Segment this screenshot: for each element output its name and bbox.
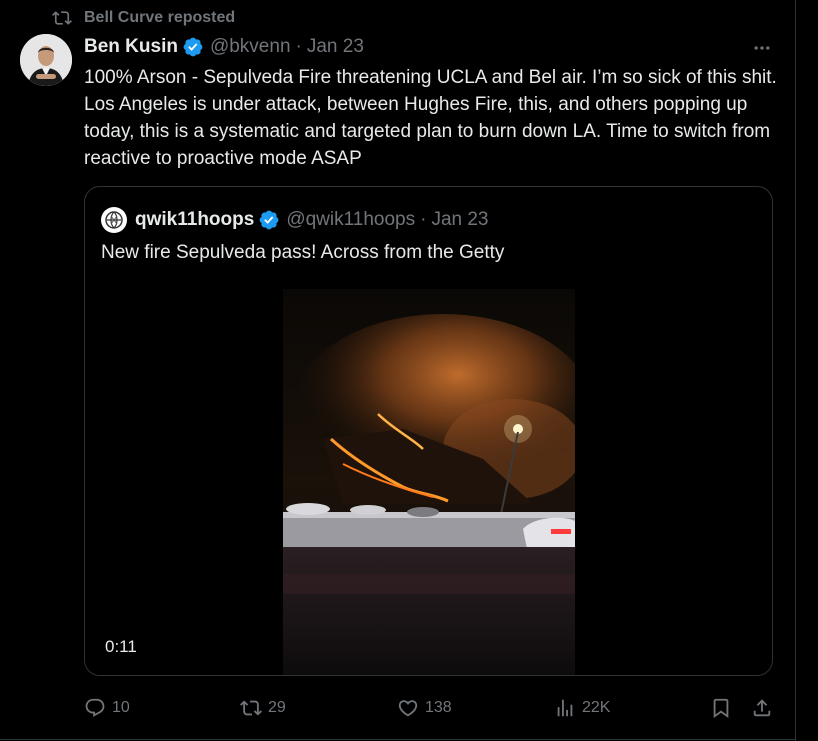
quoted-tweet-text: New fire Sepulveda pass! Across from the…	[101, 242, 505, 263]
post-divider	[0, 739, 796, 740]
timeline-right-border	[795, 0, 796, 741]
reply-icon	[85, 698, 105, 717]
tweet-text: 100% Arson - Sepulveda Fire threatening …	[84, 67, 777, 169]
heart-icon	[398, 700, 418, 717]
share-icon	[753, 699, 771, 717]
like-count: 138	[425, 699, 452, 716]
more-options-button[interactable]	[748, 36, 776, 60]
post-date[interactable]: Jan 23	[307, 36, 364, 58]
views-button[interactable]: 22K	[554, 694, 610, 722]
verified-badge-icon[interactable]	[182, 36, 204, 58]
separator-dot: ·	[295, 36, 302, 57]
bookmark-button[interactable]	[710, 694, 732, 722]
repost-count: 29	[268, 699, 286, 716]
more-dots-icon	[754, 46, 770, 50]
quoted-author-handle: @qwik11hoops	[286, 209, 416, 230]
view-count: 22K	[582, 699, 611, 716]
like-button[interactable]: 138	[397, 694, 452, 722]
bookmark-icon	[713, 698, 729, 719]
analytics-icon	[557, 699, 573, 717]
reply-button[interactable]: 10	[84, 694, 130, 722]
tweet-header: Ben Kusin @bkvenn · Jan 23	[84, 34, 364, 60]
repost-icon	[240, 700, 262, 716]
reply-count: 10	[112, 699, 130, 716]
repost-indicator[interactable]: Bell Curve reposted	[52, 8, 235, 28]
author-handle[interactable]: @bkvenn	[210, 36, 291, 58]
share-button[interactable]	[751, 694, 773, 722]
repost-icon	[52, 11, 72, 25]
quoted-tweet-header: qwik11hoops @qwik11hoops · Jan 23	[101, 207, 488, 233]
quoted-author-avatar	[101, 207, 127, 233]
quoted-post-date: Jan 23	[431, 209, 489, 230]
tweet-actions: 10 29 138 22K	[84, 694, 784, 722]
repost-button[interactable]: 29	[240, 694, 286, 722]
author-avatar[interactable]	[20, 34, 72, 86]
separator-dot: ·	[420, 209, 427, 230]
video-player[interactable]: 0:11	[85, 287, 772, 676]
author-name[interactable]: Ben Kusin	[84, 36, 178, 58]
verified-badge-icon	[259, 210, 279, 230]
video-timecode: 0:11	[105, 637, 137, 656]
quoted-author-name[interactable]: qwik11hoops	[135, 209, 254, 231]
repost-label: Bell Curve reposted	[84, 9, 236, 26]
video-thumbnail[interactable]	[283, 289, 575, 676]
quoted-tweet-card[interactable]: qwik11hoops @qwik11hoops · Jan 23 New fi…	[84, 186, 773, 676]
